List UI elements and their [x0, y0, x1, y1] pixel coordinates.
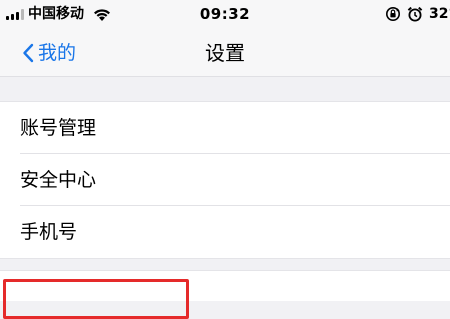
section-gap — [0, 260, 450, 270]
page-title: 设置 — [205, 41, 245, 65]
status-time: 09:32 — [199, 5, 251, 23]
battery-percentage: 32° — [429, 6, 450, 22]
section-gap — [0, 77, 450, 101]
settings-item-label: 账号管理 — [20, 117, 97, 139]
highlight-annotation-box — [3, 279, 189, 319]
settings-item-label: 安全中心 — [20, 169, 97, 191]
navigation-bar: 我的 设置 — [0, 30, 450, 77]
status-bar: 中国移动 09:32 32° — [0, 0, 450, 30]
settings-item-security-center[interactable]: 安全中心 — [0, 154, 450, 206]
alarm-icon — [407, 6, 423, 22]
settings-item-phone-number[interactable]: 手机号 — [0, 206, 450, 258]
rotation-lock-icon — [386, 7, 400, 21]
settings-item-label: 手机号 — [20, 221, 78, 243]
settings-item-account-management[interactable]: 账号管理 — [0, 102, 450, 154]
status-right: 32° — [385, 5, 450, 23]
settings-list: 账号管理 安全中心 手机号 — [0, 101, 450, 259]
